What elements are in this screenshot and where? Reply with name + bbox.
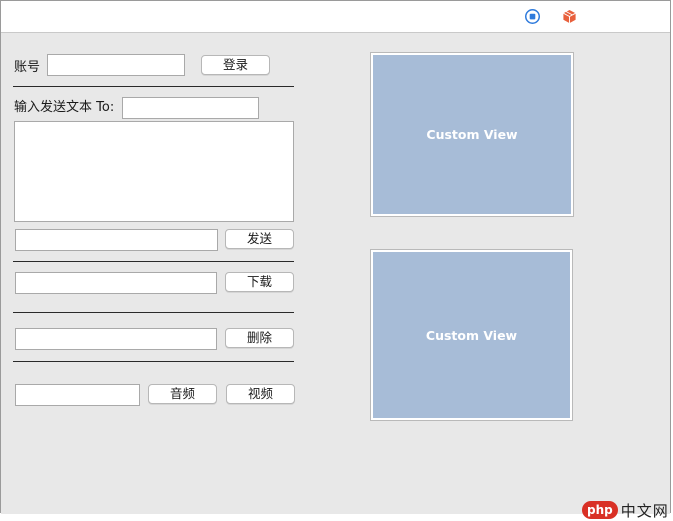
- media-field[interactable]: [15, 384, 140, 406]
- account-field[interactable]: [47, 54, 185, 76]
- message-textarea[interactable]: [14, 121, 294, 222]
- separator: [13, 312, 294, 313]
- title-bar: [1, 1, 670, 33]
- delete-button[interactable]: 删除: [225, 328, 294, 348]
- send-button[interactable]: 发送: [225, 229, 294, 249]
- custom-view-bottom-label: Custom View: [425, 327, 518, 343]
- separator: [13, 86, 294, 87]
- download-button[interactable]: 下载: [225, 272, 294, 292]
- custom-view-bottom: Custom View: [370, 249, 573, 421]
- separator: [13, 261, 294, 262]
- recipient-field[interactable]: [122, 97, 259, 119]
- account-label: 账号: [14, 60, 41, 75]
- app-window: 账号 登录 输入发送文本 To: 发送 下载 删除 音频 视频 Custom V…: [0, 0, 671, 514]
- watermark-text: 中文网: [620, 501, 669, 520]
- watermark-badge: php: [582, 501, 618, 519]
- send-text-label: 输入发送文本 To:: [14, 100, 115, 115]
- watermark-logo: php 中文网: [582, 500, 669, 520]
- download-field[interactable]: [15, 272, 217, 294]
- send-field[interactable]: [15, 229, 218, 251]
- main-content: 账号 登录 输入发送文本 To: 发送 下载 删除 音频 视频 Custom V…: [1, 33, 670, 514]
- custom-view-top-label: Custom View: [426, 127, 518, 142]
- delete-field[interactable]: [15, 328, 217, 350]
- login-button[interactable]: 登录: [201, 55, 270, 75]
- stop-record-icon[interactable]: [525, 9, 540, 24]
- audio-button[interactable]: 音频: [148, 384, 217, 404]
- package-icon[interactable]: [562, 9, 577, 24]
- video-button[interactable]: 视频: [226, 384, 295, 404]
- custom-view-top: Custom View: [370, 52, 574, 217]
- separator: [13, 361, 294, 362]
